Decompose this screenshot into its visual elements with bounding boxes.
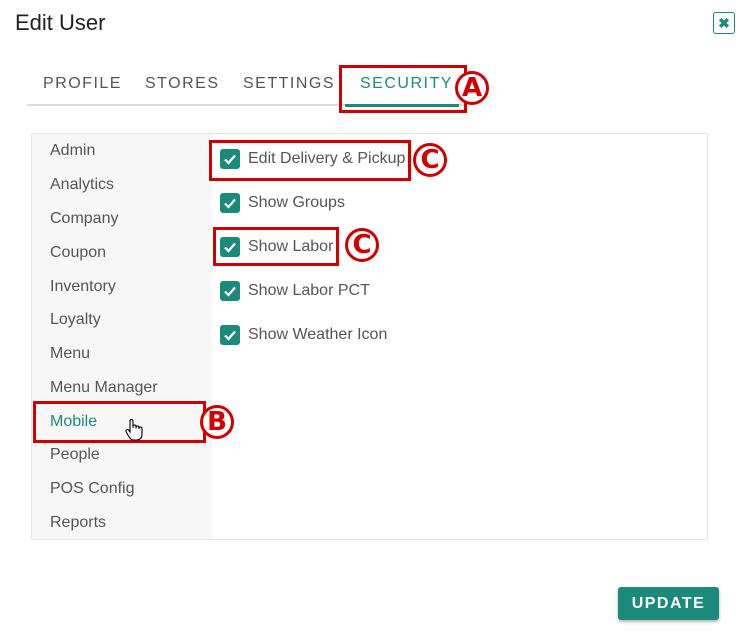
perm-show-weather-icon[interactable]: Show Weather Icon bbox=[220, 325, 387, 345]
sidebar-item-inventory[interactable]: Inventory bbox=[50, 278, 116, 296]
sidebar-item-admin[interactable]: Admin bbox=[50, 142, 95, 160]
perm-label: Show Labor PCT bbox=[248, 282, 370, 299]
sidebar-item-menu[interactable]: Menu bbox=[50, 345, 90, 363]
perm-show-labor-pct[interactable]: Show Labor PCT bbox=[220, 281, 370, 301]
annotation-badge-c2: C bbox=[345, 228, 379, 262]
update-button[interactable]: UPDATE bbox=[618, 587, 719, 620]
tab-settings[interactable]: SETTINGS bbox=[243, 75, 335, 93]
annotation-box-c1 bbox=[209, 140, 411, 181]
checkbox-checked[interactable] bbox=[220, 193, 240, 213]
close-icon: ✖ bbox=[718, 14, 730, 31]
dialog-title: Edit User bbox=[15, 10, 106, 35]
close-button[interactable]: ✖ bbox=[713, 12, 735, 34]
sidebar-item-loyalty[interactable]: Loyalty bbox=[50, 311, 101, 329]
sidebar-item-people[interactable]: People bbox=[50, 446, 100, 464]
category-sidebar: Admin Analytics Company Coupon Inventory… bbox=[32, 134, 212, 539]
hand-pointer-icon bbox=[124, 418, 144, 447]
checkbox-checked[interactable] bbox=[220, 281, 240, 301]
annotation-box-a bbox=[339, 65, 467, 113]
sidebar-item-pos-config[interactable]: POS Config bbox=[50, 480, 134, 498]
sidebar-item-company[interactable]: Company bbox=[50, 210, 118, 228]
perm-show-groups[interactable]: Show Groups bbox=[220, 193, 345, 213]
check-icon bbox=[224, 286, 236, 297]
checkbox-checked[interactable] bbox=[220, 325, 240, 345]
sidebar-item-reports[interactable]: Reports bbox=[50, 514, 106, 532]
tab-stores[interactable]: STORES bbox=[145, 75, 220, 93]
annotation-badge-c1: C bbox=[413, 143, 447, 177]
security-panel: Admin Analytics Company Coupon Inventory… bbox=[31, 133, 708, 540]
perm-label: Show Weather Icon bbox=[248, 326, 388, 343]
annotation-badge-a: A bbox=[455, 71, 489, 105]
annotation-box-b bbox=[33, 401, 206, 443]
perm-label: Show Groups bbox=[248, 194, 345, 211]
annotation-badge-b: B bbox=[200, 405, 234, 439]
tab-profile[interactable]: PROFILE bbox=[43, 75, 122, 93]
sidebar-item-analytics[interactable]: Analytics bbox=[50, 176, 114, 194]
check-icon bbox=[224, 330, 236, 341]
check-icon bbox=[224, 198, 236, 209]
sidebar-item-coupon[interactable]: Coupon bbox=[50, 244, 106, 262]
annotation-box-c2 bbox=[213, 227, 339, 266]
sidebar-item-menu-manager[interactable]: Menu Manager bbox=[50, 379, 158, 397]
